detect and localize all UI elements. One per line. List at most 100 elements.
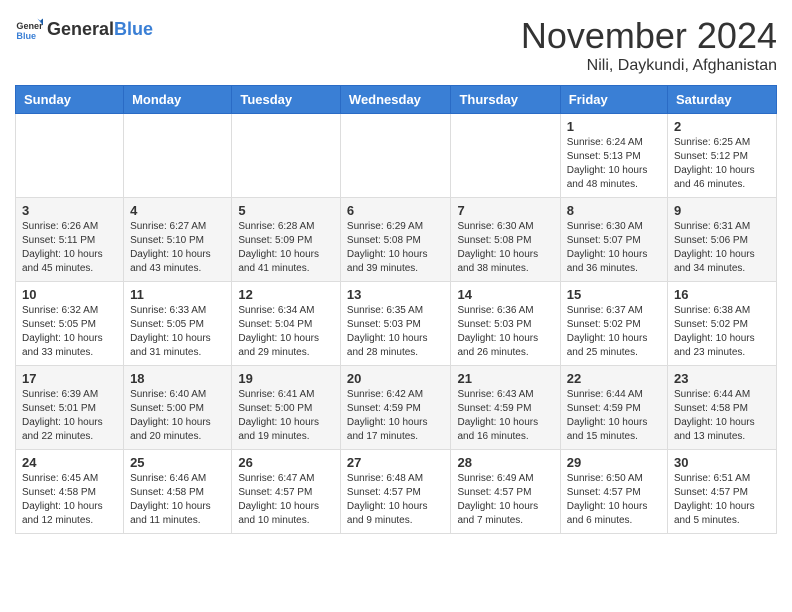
day-info: Sunrise: 6:48 AM Sunset: 4:57 PM Dayligh… [347,472,445,528]
weekday-header-monday: Monday [124,86,232,114]
title-area: November 2024 Nili, Daykundi, Afghanista… [521,15,777,75]
day-number: 10 [22,287,117,302]
day-number: 9 [674,203,770,218]
calendar-cell: 4 Sunrise: 6:27 AM Sunset: 5:10 PM Daylig… [124,198,232,282]
calendar-cell: 13 Sunrise: 6:35 AM Sunset: 5:03 PM Dayli… [340,282,451,366]
day-info: Sunrise: 6:36 AM Sunset: 5:03 PM Dayligh… [457,304,553,360]
day-info: Sunrise: 6:29 AM Sunset: 5:08 PM Dayligh… [347,220,445,276]
day-number: 24 [22,455,117,470]
weekday-header-thursday: Thursday [451,86,560,114]
calendar-cell: 30 Sunrise: 6:51 AM Sunset: 4:57 PM Dayli… [668,450,777,534]
day-number: 6 [347,203,445,218]
day-number: 3 [22,203,117,218]
svg-text:General: General [16,21,43,31]
day-info: Sunrise: 6:27 AM Sunset: 5:10 PM Dayligh… [130,220,225,276]
day-number: 20 [347,371,445,386]
calendar-cell: 26 Sunrise: 6:47 AM Sunset: 4:57 PM Dayli… [232,450,341,534]
day-info: Sunrise: 6:30 AM Sunset: 5:07 PM Dayligh… [567,220,661,276]
weekday-header-tuesday: Tuesday [232,86,341,114]
calendar-cell: 3 Sunrise: 6:26 AM Sunset: 5:11 PM Daylig… [16,198,124,282]
day-number: 7 [457,203,553,218]
day-info: Sunrise: 6:35 AM Sunset: 5:03 PM Dayligh… [347,304,445,360]
day-info: Sunrise: 6:28 AM Sunset: 5:09 PM Dayligh… [238,220,334,276]
calendar-cell: 21Sunrise: 6:43 AM Sunset: 4:59 PM Dayli… [451,366,560,450]
calendar-cell: 6 Sunrise: 6:29 AM Sunset: 5:08 PM Daylig… [340,198,451,282]
logo: General Blue GeneralBlue [15,15,153,43]
day-number: 28 [457,455,553,470]
day-number: 18 [130,371,225,386]
weekday-header-sunday: Sunday [16,86,124,114]
day-info: Sunrise: 6:26 AM Sunset: 5:11 PM Dayligh… [22,220,117,276]
calendar-cell [451,114,560,198]
day-info: Sunrise: 6:33 AM Sunset: 5:05 PM Dayligh… [130,304,225,360]
weekday-header-saturday: Saturday [668,86,777,114]
calendar-cell: 1 Sunrise: 6:24 AM Sunset: 5:13 PM Daylig… [560,114,667,198]
calendar-cell: 19 Sunrise: 6:41 AM Sunset: 5:00 PM Dayli… [232,366,341,450]
calendar-cell: 25 Sunrise: 6:46 AM Sunset: 4:58 PM Dayli… [124,450,232,534]
day-info: Sunrise: 6:31 AM Sunset: 5:06 PM Dayligh… [674,220,770,276]
day-number: 14 [457,287,553,302]
day-number: 26 [238,455,334,470]
day-number: 19 [238,371,334,386]
calendar-cell: 9 Sunrise: 6:31 AM Sunset: 5:06 PM Daylig… [668,198,777,282]
calendar-cell: 7Sunrise: 6:30 AM Sunset: 5:08 PM Daylig… [451,198,560,282]
page-header: General Blue GeneralBlue November 2024 N… [15,15,777,75]
day-number: 22 [567,371,661,386]
location-title: Nili, Daykundi, Afghanistan [521,57,777,75]
calendar-cell: 12 Sunrise: 6:34 AM Sunset: 5:04 PM Dayli… [232,282,341,366]
day-info: Sunrise: 6:24 AM Sunset: 5:13 PM Dayligh… [567,136,661,192]
day-number: 12 [238,287,334,302]
calendar-cell: 24 Sunrise: 6:45 AM Sunset: 4:58 PM Dayli… [16,450,124,534]
calendar-cell [232,114,341,198]
day-info: Sunrise: 6:40 AM Sunset: 5:00 PM Dayligh… [130,388,225,444]
day-info: Sunrise: 6:44 AM Sunset: 4:58 PM Dayligh… [674,388,770,444]
day-info: Sunrise: 6:41 AM Sunset: 5:00 PM Dayligh… [238,388,334,444]
calendar-cell: 16Sunrise: 6:38 AM Sunset: 5:02 PM Dayli… [668,282,777,366]
calendar-week-2: 3 Sunrise: 6:26 AM Sunset: 5:11 PM Daylig… [16,198,777,282]
month-title: November 2024 [521,15,777,57]
day-number: 13 [347,287,445,302]
calendar-cell: 10 Sunrise: 6:32 AM Sunset: 5:05 PM Dayli… [16,282,124,366]
logo-icon: General Blue [15,15,43,43]
calendar-header-row: SundayMondayTuesdayWednesdayThursdayFrid… [16,86,777,114]
calendar-week-5: 24 Sunrise: 6:45 AM Sunset: 4:58 PM Dayli… [16,450,777,534]
day-info: Sunrise: 6:39 AM Sunset: 5:01 PM Dayligh… [22,388,117,444]
day-number: 21 [457,371,553,386]
day-info: Sunrise: 6:42 AM Sunset: 4:59 PM Dayligh… [347,388,445,444]
day-info: Sunrise: 6:46 AM Sunset: 4:58 PM Dayligh… [130,472,225,528]
day-info: Sunrise: 6:51 AM Sunset: 4:57 PM Dayligh… [674,472,770,528]
day-info: Sunrise: 6:45 AM Sunset: 4:58 PM Dayligh… [22,472,117,528]
day-info: Sunrise: 6:34 AM Sunset: 5:04 PM Dayligh… [238,304,334,360]
day-number: 23 [674,371,770,386]
calendar-cell: 18 Sunrise: 6:40 AM Sunset: 5:00 PM Dayli… [124,366,232,450]
calendar-cell: 2Sunrise: 6:25 AM Sunset: 5:12 PM Daylig… [668,114,777,198]
calendar-week-1: 1 Sunrise: 6:24 AM Sunset: 5:13 PM Daylig… [16,114,777,198]
svg-text:Blue: Blue [16,31,36,41]
day-number: 4 [130,203,225,218]
day-number: 27 [347,455,445,470]
calendar-cell: 27 Sunrise: 6:48 AM Sunset: 4:57 PM Dayli… [340,450,451,534]
day-info: Sunrise: 6:32 AM Sunset: 5:05 PM Dayligh… [22,304,117,360]
calendar-cell [16,114,124,198]
calendar-cell: 23 Sunrise: 6:44 AM Sunset: 4:58 PM Dayli… [668,366,777,450]
calendar-week-3: 10 Sunrise: 6:32 AM Sunset: 5:05 PM Dayli… [16,282,777,366]
calendar-table: SundayMondayTuesdayWednesdayThursdayFrid… [15,85,777,534]
day-number: 17 [22,371,117,386]
day-info: Sunrise: 6:50 AM Sunset: 4:57 PM Dayligh… [567,472,661,528]
calendar-cell: 22 Sunrise: 6:44 AM Sunset: 4:59 PM Dayli… [560,366,667,450]
day-number: 1 [567,119,661,134]
day-number: 30 [674,455,770,470]
day-number: 5 [238,203,334,218]
day-info: Sunrise: 6:44 AM Sunset: 4:59 PM Dayligh… [567,388,661,444]
day-number: 16 [674,287,770,302]
calendar-cell [124,114,232,198]
day-info: Sunrise: 6:25 AM Sunset: 5:12 PM Dayligh… [674,136,770,192]
day-info: Sunrise: 6:49 AM Sunset: 4:57 PM Dayligh… [457,472,553,528]
day-number: 11 [130,287,225,302]
calendar-cell: 28 Sunrise: 6:49 AM Sunset: 4:57 PM Dayli… [451,450,560,534]
day-number: 29 [567,455,661,470]
day-info: Sunrise: 6:47 AM Sunset: 4:57 PM Dayligh… [238,472,334,528]
calendar-week-4: 17 Sunrise: 6:39 AM Sunset: 5:01 PM Dayli… [16,366,777,450]
calendar-cell: 5 Sunrise: 6:28 AM Sunset: 5:09 PM Daylig… [232,198,341,282]
day-number: 25 [130,455,225,470]
